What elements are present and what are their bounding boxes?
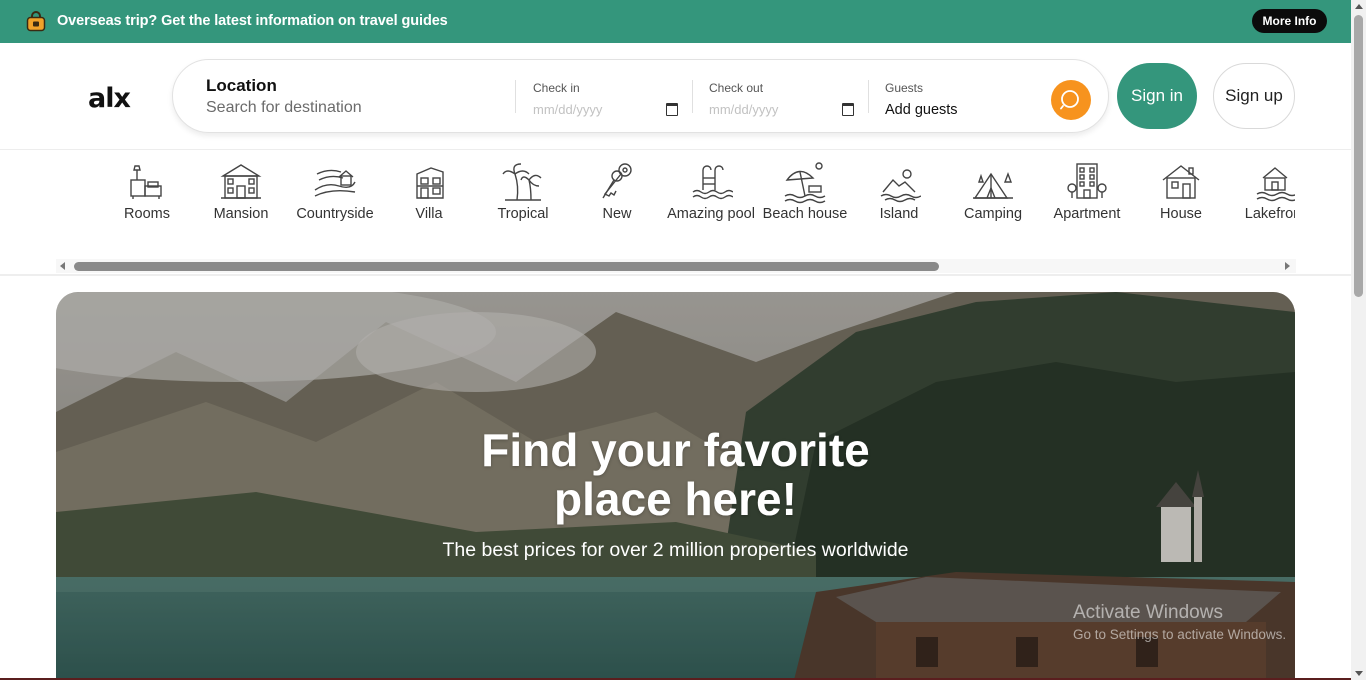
- category-strip: Rooms Mansion Countryside Villa Tropical…: [100, 160, 1295, 260]
- category-label: Rooms: [124, 206, 170, 222]
- hero-title-line1: Find your favorite: [481, 424, 870, 476]
- house-icon: [1162, 165, 1200, 199]
- location-input[interactable]: [206, 99, 486, 117]
- category-rooms[interactable]: Rooms: [100, 160, 194, 224]
- category-label: Amazing pool: [667, 206, 755, 222]
- category-label: Island: [879, 206, 919, 222]
- villa-icon: [416, 167, 444, 199]
- announcement-bar: Overseas trip? Get the latest informatio…: [0, 0, 1351, 43]
- hero-subtitle: The best prices for over 2 million prope…: [442, 539, 909, 561]
- check-out-input[interactable]: mm/dd/yyyy: [709, 102, 854, 120]
- lakefront-icon: [1256, 167, 1295, 202]
- category-label: Mansion: [213, 206, 269, 222]
- category-house[interactable]: House: [1134, 160, 1228, 224]
- check-out-placeholder: mm/dd/yyyy: [709, 102, 779, 117]
- category-camping[interactable]: Camping: [946, 160, 1040, 224]
- tent-icon: [973, 172, 1013, 199]
- calendar-icon[interactable]: [842, 103, 854, 116]
- scroll-right-icon[interactable]: [1285, 262, 1290, 270]
- category-mansion[interactable]: Mansion: [194, 160, 288, 224]
- palm-tree-icon: [502, 163, 542, 201]
- announcement-text: Overseas trip? Get the latest informatio…: [57, 13, 448, 29]
- category-label: Camping: [963, 206, 1023, 222]
- header: alx Location Check in mm/dd/yyyy Check o…: [0, 43, 1351, 150]
- search-icon: [1060, 90, 1079, 110]
- windows-watermark-subtitle: Go to Settings to activate Windows.: [1073, 627, 1287, 642]
- category-countryside[interactable]: Countryside: [288, 160, 382, 224]
- sign-in-button[interactable]: Sign in: [1117, 63, 1197, 129]
- guests-label: Guests: [885, 81, 924, 95]
- search-divider: [692, 80, 693, 113]
- category-apartment[interactable]: Apartment: [1040, 160, 1134, 224]
- countryside-icon: [314, 169, 356, 197]
- category-label: Countryside: [296, 206, 374, 222]
- category-scroll-thumb[interactable]: [74, 262, 939, 271]
- category-label: Lakefront: [1244, 206, 1295, 222]
- category-label: Villa: [415, 206, 443, 222]
- keys-icon: [602, 163, 632, 199]
- page-scrollbar[interactable]: [1351, 0, 1366, 680]
- search-bar: Location Check in mm/dd/yyyy Check out m…: [172, 59, 1109, 133]
- scroll-left-icon[interactable]: [60, 262, 65, 270]
- windows-watermark-title: Activate Windows: [1073, 602, 1223, 623]
- logo[interactable]: alx: [88, 83, 131, 114]
- category-beach-house[interactable]: Beach house: [758, 160, 852, 224]
- category-label: New: [602, 206, 632, 222]
- category-label: Apartment: [1053, 206, 1121, 222]
- check-in-input[interactable]: mm/dd/yyyy: [533, 102, 678, 120]
- category-label: Tropical: [497, 206, 549, 222]
- shopping-bag-lock-icon: [26, 11, 46, 32]
- pool-icon: [692, 165, 733, 200]
- location-label: Location: [206, 76, 277, 95]
- page-scroll-thumb[interactable]: [1354, 15, 1363, 297]
- hero-title: Find your favorite place here!: [56, 426, 1295, 524]
- search-button[interactable]: [1051, 80, 1091, 120]
- search-divider: [515, 80, 516, 113]
- category-scrollbar[interactable]: [56, 259, 1296, 273]
- category-label: Beach house: [762, 206, 848, 222]
- category-bar: Rooms Mansion Countryside Villa Tropical…: [0, 150, 1351, 276]
- scroll-down-icon[interactable]: [1355, 671, 1363, 676]
- guests-input[interactable]: Add guests: [885, 102, 958, 118]
- category-island[interactable]: Island: [852, 160, 946, 224]
- hero-title-line2: place here!: [554, 473, 797, 525]
- category-lakefront[interactable]: Lakefront: [1228, 160, 1295, 224]
- category-tropical[interactable]: Tropical: [476, 160, 570, 224]
- mansion-icon: [220, 164, 262, 199]
- category-villa[interactable]: Villa: [382, 160, 476, 224]
- check-in-placeholder: mm/dd/yyyy: [533, 102, 603, 117]
- check-out-label: Check out: [709, 81, 764, 95]
- calendar-icon[interactable]: [666, 103, 678, 116]
- rooms-icon: [130, 165, 162, 199]
- apartment-icon: [1067, 163, 1107, 199]
- check-in-label: Check in: [533, 81, 580, 95]
- page: Overseas trip? Get the latest informatio…: [0, 0, 1366, 680]
- scroll-up-icon[interactable]: [1355, 4, 1363, 9]
- category-new[interactable]: New: [570, 160, 664, 224]
- more-info-button[interactable]: More Info: [1252, 9, 1327, 33]
- island-icon: [880, 169, 921, 203]
- sign-up-button[interactable]: Sign up: [1213, 63, 1295, 129]
- category-label: House: [1160, 206, 1202, 222]
- category-amazing-pool[interactable]: Amazing pool: [664, 160, 758, 224]
- search-divider: [868, 80, 869, 113]
- beach-umbrella-icon: [784, 162, 826, 204]
